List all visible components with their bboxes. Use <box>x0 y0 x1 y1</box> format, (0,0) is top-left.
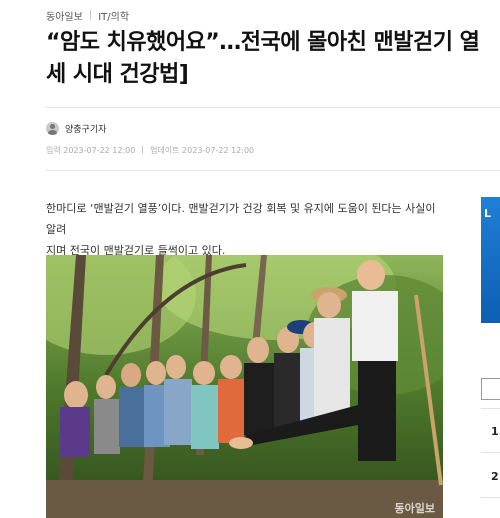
date-separator: | <box>141 145 145 154</box>
body-line: 한마디로 ‘맨발걷기 열풍’이다. 맨발걷기가 건강 회복 및 유지에 도움이 … <box>46 202 436 236</box>
rank-divider <box>481 408 500 409</box>
sidebar-tab-box[interactable] <box>481 378 500 400</box>
sidebar-ad-banner[interactable]: L <box>481 197 500 323</box>
article-photo[interactable]: 동아일보 <box>46 255 443 518</box>
divider <box>46 170 500 171</box>
article-headline: “암도 치유했어요”…전국에 몰아친 맨발걷기 열 세 시대 건강법] <box>46 30 480 87</box>
breadcrumb: 동아일보 | IT/의학 <box>46 8 129 23</box>
breadcrumb-source-link[interactable]: 동아일보 <box>46 8 83 23</box>
ranking-item-1[interactable]: 1 <box>481 425 500 438</box>
breadcrumb-separator: | <box>88 10 93 21</box>
breadcrumb-section-link[interactable]: IT/의학 <box>98 8 129 23</box>
article-body: 한마디로 ‘맨발걷기 열풍’이다. 맨발걷기가 건강 회복 및 유지에 도움이 … <box>46 198 446 261</box>
rank-divider <box>481 452 500 453</box>
published-date: 입력 2023-07-22 12:00 <box>46 146 136 155</box>
updated-date: 업데이트 2023-07-22 12:00 <box>150 146 255 155</box>
article-dates: 입력 2023-07-22 12:00 | 업데이트 2023-07-22 12… <box>46 145 254 156</box>
rank-divider <box>481 497 500 498</box>
ranking-item-2[interactable]: 2 <box>481 470 500 483</box>
divider <box>46 107 500 108</box>
photo-watermark: 동아일보 <box>394 502 435 515</box>
author-byline[interactable]: 양충구기자 <box>46 122 106 135</box>
ad-letter: L <box>484 207 492 220</box>
author-name[interactable]: 양충구기자 <box>65 122 106 135</box>
author-avatar <box>46 122 59 135</box>
photo-illustration <box>46 255 443 518</box>
